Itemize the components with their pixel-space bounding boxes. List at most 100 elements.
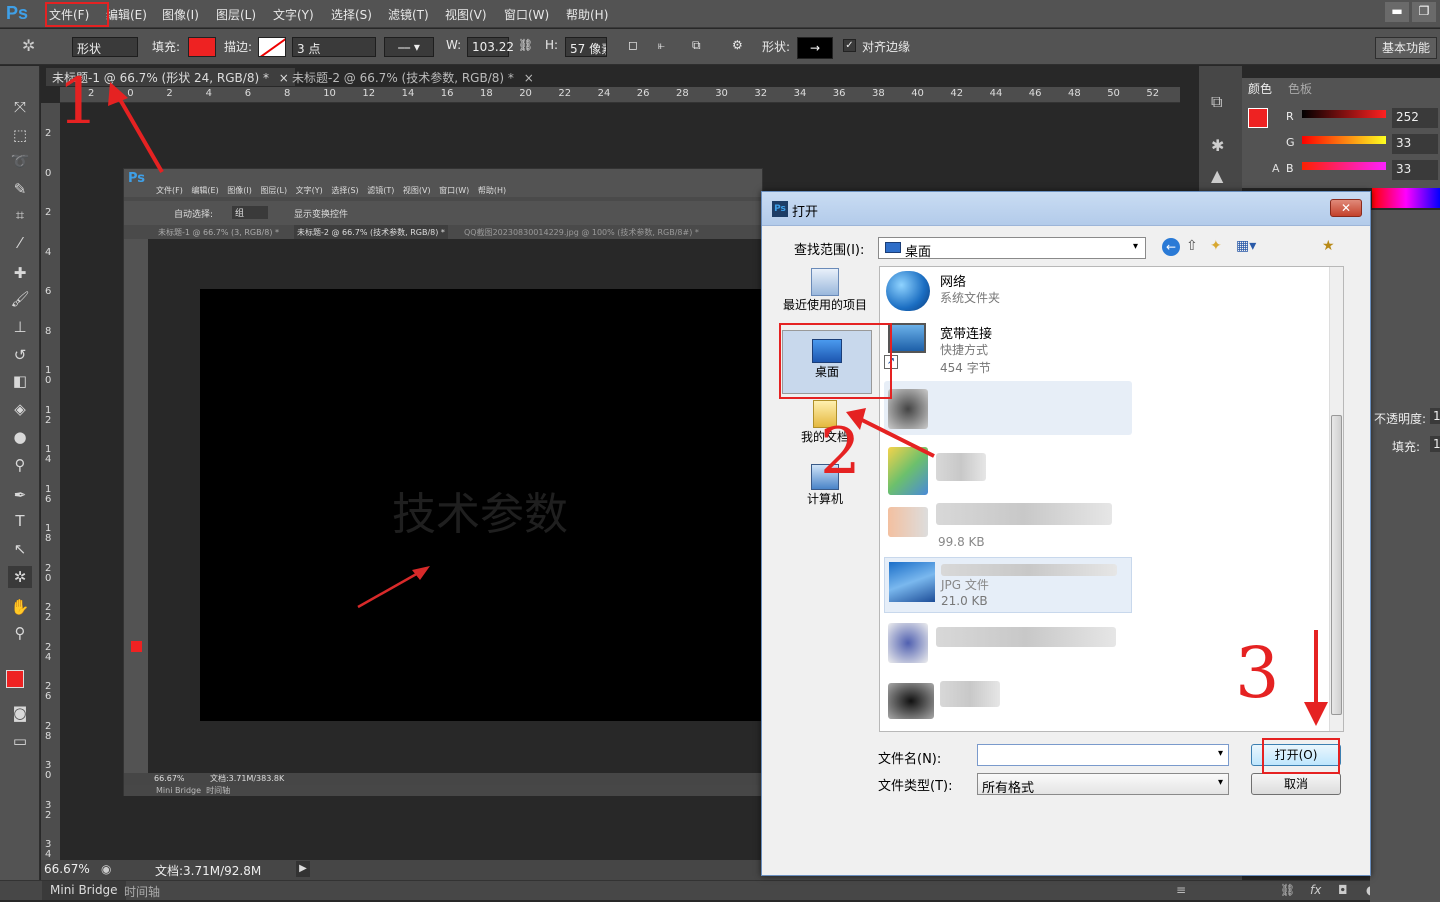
- shape-mode-select[interactable]: 形状: [72, 37, 138, 57]
- filename-input[interactable]: ▾: [977, 744, 1229, 766]
- filetype-select[interactable]: 所有格式 ▾: [977, 773, 1229, 796]
- list-item[interactable]: 网络 系统文件夹: [884, 269, 1124, 317]
- workspace-button[interactable]: 基本功能: [1375, 37, 1437, 59]
- history-brush-tool-icon[interactable]: ↺: [8, 344, 32, 366]
- fill-color-swatch[interactable]: [188, 37, 216, 57]
- b-slider[interactable]: [1302, 162, 1386, 170]
- ruler-tick-label: 42: [950, 88, 964, 99]
- screen-mode-icon[interactable]: ▭: [8, 730, 32, 752]
- menu-layer[interactable]: 图层(L): [216, 6, 256, 23]
- r-value[interactable]: 252: [1392, 108, 1438, 128]
- blurred-thumbnail: [888, 447, 928, 495]
- shape-picker[interactable]: →: [797, 37, 833, 59]
- stamp-tool-icon[interactable]: ⊥: [8, 316, 32, 338]
- dodge-tool-icon[interactable]: ⚲: [8, 454, 32, 476]
- tab-swatches[interactable]: 色板: [1288, 80, 1312, 97]
- color-foreground-swatch[interactable]: [1248, 108, 1268, 128]
- b-value[interactable]: 33: [1392, 160, 1438, 180]
- marquee-tool-icon[interactable]: ⬚: [8, 124, 32, 146]
- restore-icon[interactable]: ❐: [1412, 2, 1436, 22]
- type-tool-icon[interactable]: T: [8, 510, 32, 532]
- healing-brush-tool-icon[interactable]: ✚: [8, 262, 32, 284]
- color-spectrum[interactable]: [1372, 188, 1440, 208]
- ruler-tick-label: 46: [1028, 88, 1042, 99]
- tab-mini-bridge[interactable]: Mini Bridge: [42, 881, 126, 900]
- zoom-tool-icon[interactable]: ⚲: [8, 622, 32, 644]
- link-icon[interactable]: ⛓: [518, 38, 533, 52]
- scrollbar-thumb[interactable]: [1331, 415, 1342, 715]
- hand-tool-icon[interactable]: ✋: [8, 596, 32, 618]
- path-operations-icon[interactable]: ◻: [628, 38, 638, 52]
- menu-window[interactable]: 窗口(W): [504, 6, 549, 23]
- fill-value[interactable]: 10: [1430, 436, 1440, 452]
- move-tool-icon[interactable]: ⤧: [8, 96, 32, 118]
- back-icon[interactable]: ←: [1162, 238, 1180, 256]
- path-select-tool-icon[interactable]: ↖: [8, 538, 32, 560]
- list-item-jpg[interactable]: JPG 文件 21.0 KB: [884, 557, 1132, 613]
- ruler-tick-label: 34: [793, 88, 807, 99]
- ruler-tick-label: 2 2: [45, 602, 52, 623]
- cancel-button[interactable]: 取消: [1251, 773, 1341, 795]
- menu-filter[interactable]: 滤镜(T): [388, 6, 429, 23]
- view-menu-icon[interactable]: ▦▾: [1236, 238, 1256, 254]
- menu-select[interactable]: 选择(S): [331, 6, 372, 23]
- tab-document-2[interactable]: 未标题-2 @ 66.7% (技术参数, RGB/8) * ×: [286, 68, 540, 86]
- close-icon[interactable]: ×: [524, 71, 534, 85]
- align-edges-checkbox[interactable]: ✓: [843, 39, 856, 52]
- menu-view[interactable]: 视图(V): [445, 6, 487, 23]
- minimize-icon[interactable]: ▬: [1385, 2, 1409, 22]
- file-list-scrollbar[interactable]: [1329, 267, 1343, 731]
- layer-style-icon[interactable]: fx: [1310, 883, 1321, 897]
- tools-panel: ⤧ ⬚ ➰ ✎ ⌗ ⁄ ✚ 🖌 ⊥ ↺ ◧ ◈ ● ⚲ ✒ T ↖ ✲ ✋ ⚲ …: [0, 66, 40, 900]
- tab-timeline[interactable]: 时间轴: [124, 883, 160, 900]
- link-layers-icon[interactable]: ⛓: [1280, 883, 1295, 897]
- pen-tool-icon[interactable]: ✒: [8, 484, 32, 506]
- up-folder-icon[interactable]: ⇧: [1186, 238, 1198, 254]
- look-in-select[interactable]: 桌面 ▾: [878, 237, 1146, 260]
- g-value[interactable]: 33: [1392, 134, 1438, 154]
- stroke-none-swatch[interactable]: [258, 37, 286, 57]
- width-input[interactable]: 103.22: [467, 37, 514, 57]
- ruler-tick-label: 36: [832, 88, 846, 99]
- quick-select-tool-icon[interactable]: ✎: [8, 178, 32, 200]
- ruler-tick-label: 30: [715, 88, 728, 99]
- eraser-tool-icon[interactable]: ◧: [8, 370, 32, 392]
- g-slider[interactable]: [1302, 136, 1386, 144]
- properties-panel-icon[interactable]: ✱: [1211, 136, 1224, 155]
- settings-gear-icon[interactable]: ⚙: [732, 38, 743, 52]
- favorite-folder-icon[interactable]: ★: [1322, 238, 1335, 254]
- zoom-level[interactable]: 66.67%: [44, 862, 90, 876]
- new-folder-icon[interactable]: ✦: [1210, 238, 1222, 254]
- panel-menu-icon[interactable]: ≡: [1176, 883, 1186, 897]
- menu-type[interactable]: 文字(Y): [273, 6, 314, 23]
- r-slider[interactable]: [1302, 110, 1386, 118]
- dialog-close-icon[interactable]: ✕: [1330, 199, 1362, 217]
- menu-image[interactable]: 图像(I): [162, 6, 199, 23]
- foreground-color-swatch[interactable]: [6, 670, 24, 688]
- menu-edit[interactable]: 编辑(E): [106, 6, 147, 23]
- custom-shape-tool-icon[interactable]: ✲: [8, 566, 32, 588]
- list-item[interactable]: ↗ 宽带连接 快捷方式 454 字节: [884, 321, 1124, 377]
- menu-help[interactable]: 帮助(H): [566, 6, 608, 23]
- tab-color[interactable]: 颜色: [1248, 80, 1272, 97]
- lasso-tool-icon[interactable]: ➰: [8, 150, 32, 172]
- opacity-value[interactable]: 10: [1430, 408, 1440, 424]
- blur-tool-icon[interactable]: ●: [8, 426, 32, 448]
- layer-mask-icon[interactable]: ◘: [1338, 883, 1348, 897]
- eyedropper-tool-icon[interactable]: ⁄: [8, 232, 32, 254]
- quick-mask-icon[interactable]: ◙: [8, 702, 32, 724]
- crop-tool-icon[interactable]: ⌗: [8, 204, 32, 226]
- adjustments-panel-icon[interactable]: ▲: [1211, 166, 1223, 185]
- path-arrangement-icon[interactable]: ⧉: [692, 38, 701, 53]
- status-menu-arrow[interactable]: ▶: [296, 861, 310, 877]
- history-panel-icon[interactable]: ⧉: [1211, 92, 1222, 112]
- brush-tool-icon[interactable]: 🖌: [8, 288, 32, 310]
- paint-bucket-tool-icon[interactable]: ◈: [8, 398, 32, 420]
- stroke-type-select[interactable]: ⎯⎯ ▾: [384, 37, 434, 57]
- height-input[interactable]: 57 像素: [565, 37, 607, 57]
- path-alignment-icon[interactable]: ⫦: [658, 38, 665, 53]
- r-label: R: [1286, 110, 1294, 123]
- stroke-size-input[interactable]: 3 点: [292, 37, 376, 57]
- ruler-tick-label: 2: [45, 128, 52, 139]
- custom-shape-tool-icon[interactable]: ✲: [22, 36, 35, 55]
